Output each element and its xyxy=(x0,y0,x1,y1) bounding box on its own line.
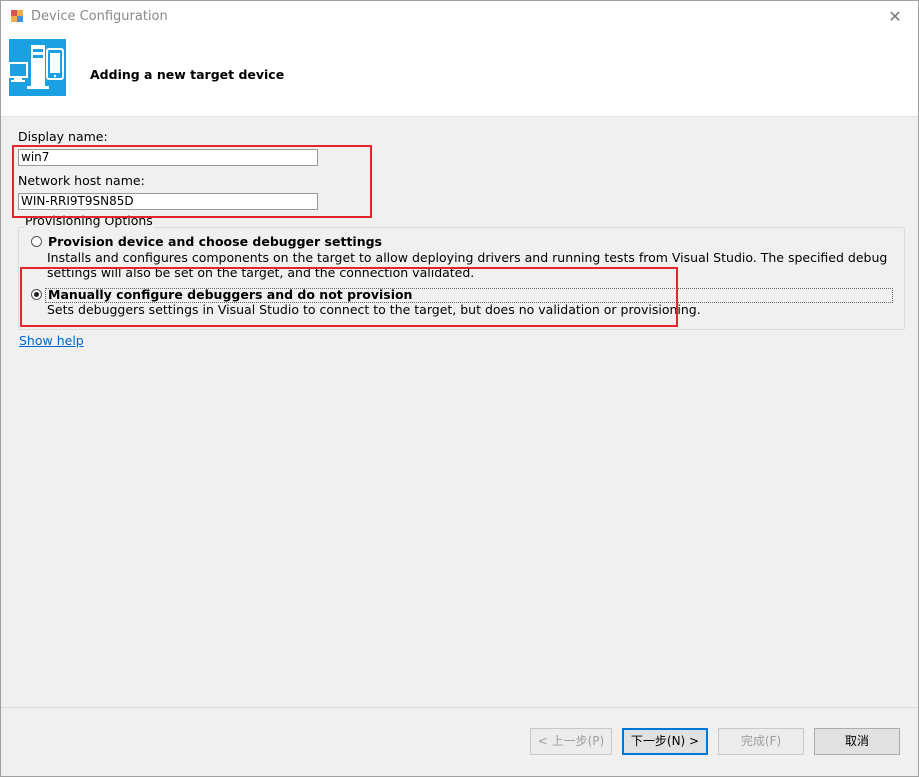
device-configuration-window: Device Configuration ✕ Adding a new targ… xyxy=(0,0,919,777)
window-title: Device Configuration xyxy=(31,9,168,24)
provision-device-radio[interactable] xyxy=(31,236,42,247)
provision-device-option-title[interactable]: Provision device and choose debugger set… xyxy=(48,234,382,249)
show-help-link[interactable]: Show help xyxy=(19,333,84,348)
wizard-header: Adding a new target device xyxy=(1,32,918,117)
back-button[interactable]: < 上一步(P) xyxy=(530,728,612,755)
device-logo-icon xyxy=(9,39,66,96)
next-button[interactable]: 下一步(N) > xyxy=(622,728,708,755)
footer-divider xyxy=(1,707,918,708)
app-icon xyxy=(10,9,24,23)
close-button[interactable]: ✕ xyxy=(872,1,918,32)
title-bar: Device Configuration ✕ xyxy=(1,1,918,32)
highlight-box-names xyxy=(12,145,372,218)
display-name-label: Display name: xyxy=(18,129,108,144)
page-title: Adding a new target device xyxy=(90,67,285,82)
finish-button[interactable]: 完成(F) xyxy=(718,728,804,755)
highlight-box-manual-option xyxy=(20,267,678,327)
close-icon: ✕ xyxy=(888,7,902,26)
cancel-button[interactable]: 取消 xyxy=(814,728,900,755)
